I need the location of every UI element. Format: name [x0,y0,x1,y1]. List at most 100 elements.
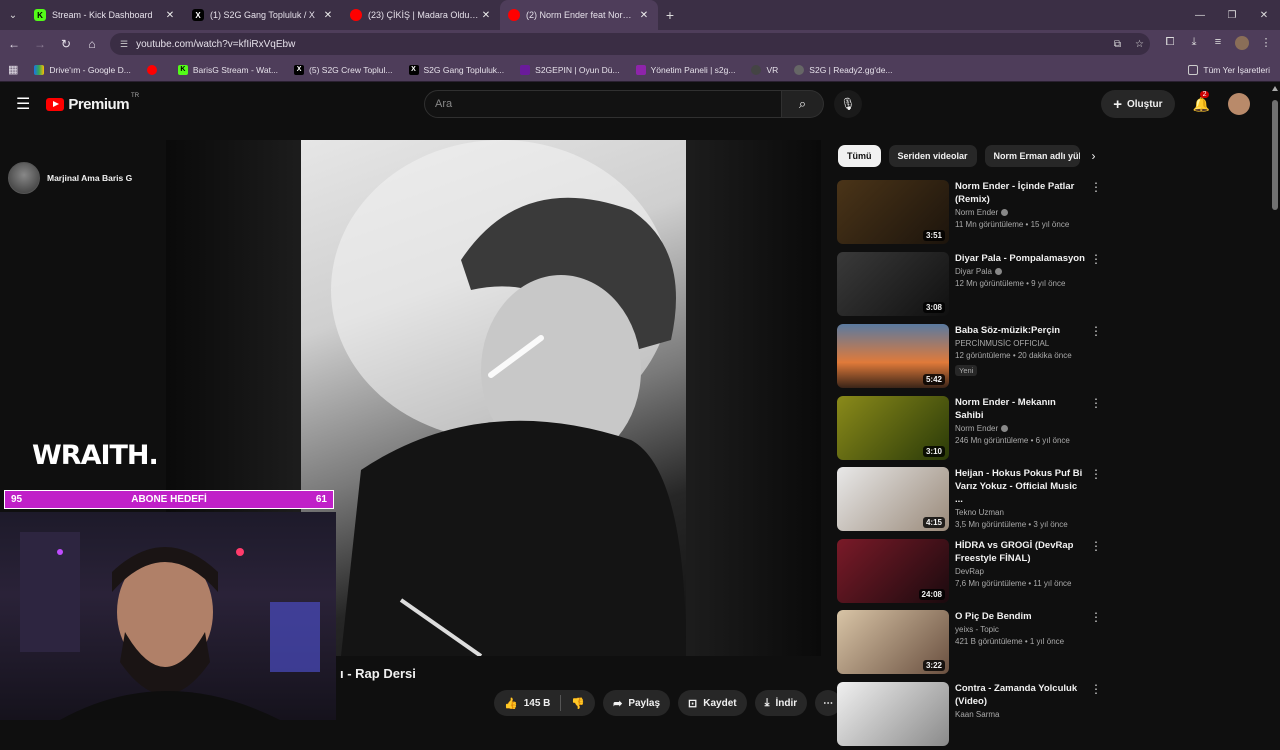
video-thumbnail[interactable]: 4:15 [837,467,949,531]
bookmark-item[interactable]: S2GEPIN | Oyun Dü... [512,64,627,75]
recommended-video[interactable]: 24:08 HİDRA vs GROGİ (DevRap Freestyle F… [837,539,1107,607]
home-icon[interactable]: ⌂ [80,32,104,56]
bookmark-item[interactable]: VR [743,64,786,75]
profile-avatar-icon[interactable] [1230,35,1254,53]
video-menu-icon[interactable]: ⋮ [1089,610,1103,678]
channel-name[interactable]: yeixs - Topic [955,625,1085,634]
bookmark-item[interactable]: X S2G Gang Topluluk... [401,64,513,75]
create-button[interactable]: + Oluştur [1101,90,1175,118]
reload-icon[interactable]: ↻ [54,32,78,56]
save-button[interactable]: ⊡ Kaydet [678,690,747,716]
channel-name[interactable]: PERCİNMUSİC OFFICIAL [955,339,1085,348]
video-thumbnail[interactable]: 24:08 [837,539,949,603]
address-bar[interactable]: ☰ youtube.com/watch?v=kfIiRxVqEbw ⧉ ☆ [110,33,1150,55]
thumbs-up-icon[interactable]: 👍 [504,697,518,710]
recommended-video[interactable]: 3:22 O Piç De Bendim yeixs - Topic 421 B g… [837,610,1107,678]
page-scrollbar[interactable] [1272,86,1278,720]
channel-name[interactable]: Diyar Pala [955,267,1085,276]
video-title[interactable]: Contra - Zamanda Yolculuk (Video) [955,682,1085,708]
minimize-icon[interactable]: — [1184,0,1216,30]
all-bookmarks-folder[interactable]: Tüm Yer İşaretleri [1180,64,1280,75]
video-title[interactable]: Norm Ender - Mekanın Sahibi [955,396,1085,422]
chevron-right-icon[interactable]: › [1092,149,1096,163]
download-icon[interactable]: ⤓ [1182,36,1206,53]
video-menu-icon[interactable]: ⋮ [1089,467,1103,535]
chip-all[interactable]: Tümü [838,145,881,167]
tab-youtube-norm-ender[interactable]: (2) Norm Ender feat Norm Erm ✕ [500,0,658,30]
video-thumbnail[interactable]: 3:10 [837,396,949,460]
recommended-video[interactable]: Contra - Zamanda Yolculuk (Video) Kaan Sa… [837,682,1107,750]
download-button[interactable]: ⤓ İndir [754,690,808,716]
channel-avatar[interactable] [8,162,40,194]
youtube-premium-logo[interactable]: Premium TR [46,93,139,113]
forward-arrow-icon[interactable]: → [28,32,52,56]
video-title[interactable]: Heijan - Hokus Pokus Puf Bi Varız Yokuz … [955,467,1085,506]
back-arrow-icon[interactable]: ← [2,32,26,56]
channel-name[interactable]: Marjinal Ama Baris G [47,173,132,183]
channel-name[interactable]: Norm Ender [955,424,1085,433]
tab-youtube-madara[interactable]: (23) ÇİKİŞ | Madara Olduk #642 ✕ [342,0,500,30]
video-menu-icon[interactable]: ⋮ [1089,682,1103,750]
chip-series[interactable]: Seriden videolar [888,145,977,167]
video-menu-icon[interactable]: ⋮ [1089,324,1103,392]
tab-media-icon[interactable]: ≡ [1206,36,1230,53]
microphone-icon[interactable]: 🎙 [834,90,862,118]
account-avatar[interactable] [1228,93,1250,115]
tab-close-icon[interactable]: ✕ [480,10,492,21]
bookmark-item[interactable]: Drive'ım - Google D... [26,64,138,75]
like-count[interactable]: 145 B [524,698,551,709]
bookmark-item[interactable]: K BarisG Stream - Wat... [170,64,286,75]
notifications-bell-icon[interactable]: 🔔 2 [1193,90,1210,113]
site-info-icon[interactable]: ☰ [120,39,128,50]
video-menu-icon[interactable]: ⋮ [1089,539,1103,607]
chip-uploader[interactable]: Norm Erman adlı yük [984,145,1080,167]
video-frame[interactable] [301,140,686,656]
channel-name[interactable]: DevRap [955,567,1085,576]
video-title[interactable]: O Piç De Bendim [955,610,1085,623]
video-thumbnail[interactable] [837,682,949,746]
new-tab-plus-icon[interactable]: + [658,7,682,23]
recommended-video[interactable]: 3:08 Diyar Pala - Pompalamasyon Diyar Pal… [837,252,1107,320]
video-menu-icon[interactable]: ⋮ [1089,252,1103,320]
search-input[interactable]: Ara [424,90,782,118]
browser-menu-icon[interactable]: ⋮ [1254,36,1278,53]
video-thumbnail[interactable]: 3:08 [837,252,949,316]
recommended-video[interactable]: 5:42 Baba Söz-müzik:Perçin PERCİNMUSİC OF… [837,324,1107,392]
channel-info[interactable]: Marjinal Ama Baris G [8,162,132,194]
video-title[interactable]: Norm Ender - İçinde Patlar (Remix) [955,180,1085,206]
extensions-icon[interactable]: ⧠ [1158,36,1182,53]
bookmark-item[interactable] [139,64,170,75]
tab-x-topluluk[interactable]: X (1) S2G Gang Topluluk / X ✕ [184,0,342,30]
tab-close-icon[interactable]: ✕ [164,10,176,21]
bookmark-item[interactable]: S2G | Ready2.gg'de... [786,64,900,75]
channel-name[interactable]: Kaan Sarma [955,710,1085,719]
video-title[interactable]: HİDRA vs GROGİ (DevRap Freestyle FİNAL) [955,539,1085,565]
apps-grid-icon[interactable]: ▦ [0,63,26,76]
restore-icon[interactable]: ❐ [1216,0,1248,30]
search-icon[interactable]: ⌕ [782,90,824,118]
bookmark-item[interactable]: X (5) S2G Crew Toplul... [286,64,400,75]
tab-close-icon[interactable]: ✕ [638,10,650,21]
channel-name[interactable]: Norm Ender [955,208,1085,217]
tab-close-icon[interactable]: ✕ [322,10,334,21]
scroll-up-arrow-icon[interactable] [1272,86,1278,91]
bookmark-item[interactable]: Yönetim Paneli | s2g... [628,64,744,75]
video-menu-icon[interactable]: ⋮ [1089,396,1103,464]
menu-hamburger-icon[interactable]: ☰ [16,94,30,114]
recommended-video[interactable]: 3:10 Norm Ender - Mekanın Sahibi Norm End… [837,396,1107,464]
scrollbar-thumb[interactable] [1272,100,1278,210]
video-title[interactable]: Diyar Pala - Pompalamasyon [955,252,1085,265]
tab-kick-dashboard[interactable]: K Stream - Kick Dashboard ✕ [26,0,184,30]
video-thumbnail[interactable]: 3:22 [837,610,949,674]
close-window-icon[interactable]: ✕ [1248,0,1280,30]
thumbs-down-icon[interactable]: 👎 [571,697,585,710]
recommended-video[interactable]: 3:51 Norm Ender - İçinde Patlar (Remix) N… [837,180,1107,248]
bookmark-star-icon[interactable]: ☆ [1135,39,1144,50]
tab-search-icon[interactable]: ⌄ [0,0,26,30]
video-thumbnail[interactable]: 5:42 [837,324,949,388]
recommended-video[interactable]: 4:15 Heijan - Hokus Pokus Puf Bi Varız Y… [837,467,1107,535]
video-title[interactable]: Baba Söz-müzik:Perçin [955,324,1085,337]
video-thumbnail[interactable]: 3:51 [837,180,949,244]
share-button[interactable]: ➦ Paylaş [603,690,671,716]
install-app-icon[interactable]: ⧉ [1114,39,1121,50]
